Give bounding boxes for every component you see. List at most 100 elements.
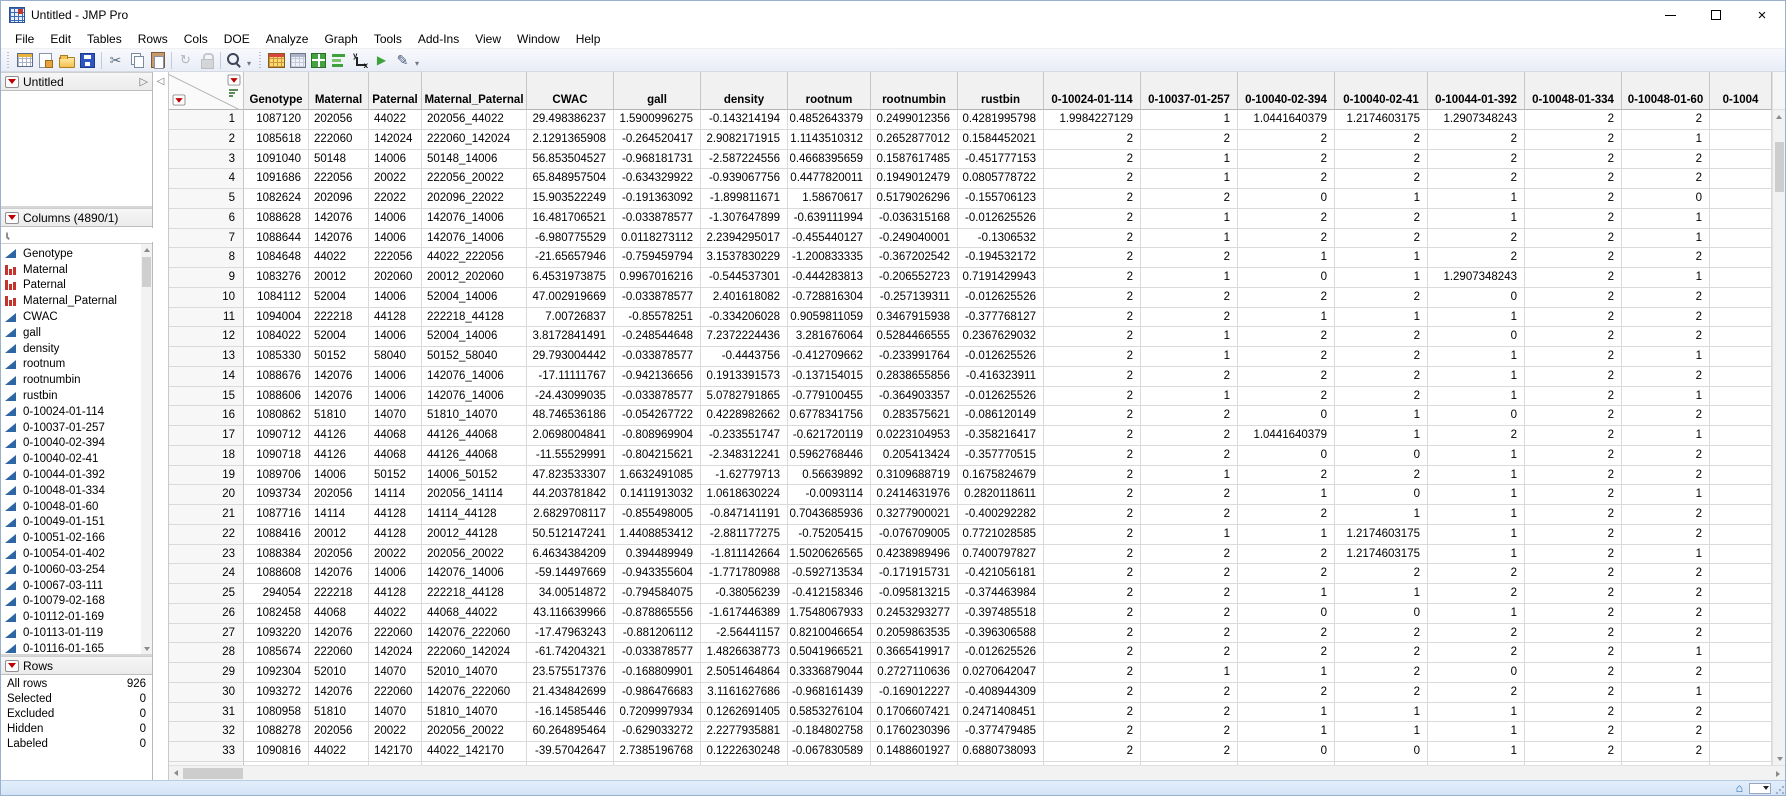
cell[interactable]: 2 [1525, 564, 1622, 584]
cell[interactable]: 15.903522249 [527, 189, 614, 209]
cell[interactable]: 142076_222060 [422, 683, 527, 703]
column-list-item[interactable]: rootnumbin [1, 372, 152, 388]
cell[interactable]: 294054 [244, 584, 309, 604]
cell[interactable]: 1.2174603175 [1335, 110, 1428, 130]
cell[interactable]: 34.00514872 [527, 584, 614, 604]
cell[interactable]: 222060 [369, 683, 422, 703]
cell[interactable]: -0.986476683 [614, 683, 701, 703]
cell[interactable]: 222218_44128 [422, 308, 527, 328]
cell[interactable]: 44022 [369, 110, 422, 130]
cell[interactable]: 1 [1428, 466, 1525, 486]
cell[interactable]: 0.1706607421 [871, 703, 958, 723]
cell[interactable]: 3.1161627686 [701, 683, 788, 703]
cell[interactable]: 0.6880738093 [958, 742, 1044, 762]
cell[interactable]: 2 [1525, 722, 1622, 742]
cell[interactable]: 2 [1141, 722, 1238, 742]
cell[interactable]: 2 [1238, 209, 1335, 229]
cell[interactable]: 52010_14070 [422, 663, 527, 683]
cell[interactable]: 0.3336879044 [788, 663, 871, 683]
column-list-item[interactable]: 0-10024-01-114 [1, 404, 152, 420]
cell[interactable]: 0.4477820011 [788, 169, 871, 189]
cell[interactable]: 14006 [369, 209, 422, 229]
column-list-item[interactable]: 0-10112-01-169 [1, 609, 152, 625]
column-header-0-10040-02-41[interactable]: 0-10040-02-41 [1335, 72, 1428, 110]
menu-tables[interactable]: Tables [79, 30, 130, 48]
cell[interactable]: 50148 [309, 150, 369, 170]
cell[interactable]: 0.2453293277 [871, 604, 958, 624]
cell[interactable]: 44068_44022 [422, 604, 527, 624]
cell[interactable]: 2 [1141, 288, 1238, 308]
cell[interactable]: 142076_14006 [422, 229, 527, 249]
cell[interactable]: 48.746536186 [527, 406, 614, 426]
row-number[interactable]: 9 [169, 268, 244, 288]
cell[interactable]: 2 [1622, 624, 1710, 644]
column-header-density[interactable]: density [701, 72, 788, 110]
cell[interactable] [1710, 683, 1772, 703]
column-list-item[interactable]: gall [1, 325, 152, 341]
cell[interactable]: 0.1584452021 [958, 130, 1044, 150]
cell[interactable]: 6.4531973875 [527, 268, 614, 288]
cell[interactable]: 1 [1141, 268, 1238, 288]
row-number[interactable]: 15 [169, 387, 244, 407]
cell[interactable]: 0.2838655856 [871, 367, 958, 387]
column-list-item[interactable]: rootnum [1, 357, 152, 373]
zoom-icon[interactable] [225, 51, 244, 70]
cell[interactable]: 2 [1525, 703, 1622, 723]
cell[interactable]: 2 [1044, 367, 1141, 387]
cell[interactable]: 1 [1428, 525, 1525, 545]
cell[interactable]: 2 [1044, 229, 1141, 249]
cell[interactable]: 20022 [369, 545, 422, 565]
column-header-genotype[interactable]: Genotype [244, 72, 309, 110]
cell[interactable]: 0 [1428, 327, 1525, 347]
cell[interactable]: 2 [1044, 150, 1141, 170]
cell[interactable]: 1 [1335, 189, 1428, 209]
cell[interactable]: 2 [1238, 624, 1335, 644]
cell[interactable]: 1084022 [244, 327, 309, 347]
cell[interactable]: -0.377479485 [958, 722, 1044, 742]
paste-icon[interactable] [148, 51, 167, 70]
columns-corner-menu-button[interactable] [228, 74, 241, 85]
cell[interactable]: -1.307647899 [701, 209, 788, 229]
cell[interactable]: -0.396306588 [958, 624, 1044, 644]
cell[interactable]: 0.1675824679 [958, 466, 1044, 486]
cell[interactable]: -0.249040001 [871, 229, 958, 249]
menu-rows[interactable]: Rows [130, 30, 176, 48]
cell[interactable]: 2 [1141, 426, 1238, 446]
row-number[interactable]: 10 [169, 288, 244, 308]
cell[interactable]: 2 [1238, 564, 1335, 584]
cell[interactable]: 44022 [309, 742, 369, 762]
cell[interactable]: 1080862 [244, 406, 309, 426]
cell[interactable] [1710, 229, 1772, 249]
cell[interactable]: 1.0441640379 [1238, 110, 1335, 130]
cell[interactable]: 0.4668395659 [788, 150, 871, 170]
expand-right-icon[interactable]: ▷ [140, 75, 148, 88]
cell[interactable]: 2 [1335, 347, 1428, 367]
cell[interactable]: 1085674 [244, 643, 309, 663]
cell[interactable]: -0.233991764 [871, 347, 958, 367]
cell[interactable]: -0.358216417 [958, 426, 1044, 446]
cell[interactable]: 51810 [309, 406, 369, 426]
cell[interactable]: 58040 [369, 347, 422, 367]
cell[interactable]: 2 [1238, 643, 1335, 663]
cell[interactable]: 29.793004442 [527, 347, 614, 367]
cell[interactable]: 5.0782791865 [701, 387, 788, 407]
cell[interactable]: 47.002919669 [527, 288, 614, 308]
cell[interactable]: 2 [1335, 209, 1428, 229]
cell[interactable]: 2 [1044, 426, 1141, 446]
cell[interactable]: 0.8210046654 [788, 624, 871, 644]
cell[interactable] [1710, 584, 1772, 604]
cell[interactable]: 1080958 [244, 703, 309, 723]
cell[interactable]: 2 [1141, 446, 1238, 466]
cell[interactable]: -17.11111767 [527, 367, 614, 387]
cell[interactable]: -0.75205415 [788, 525, 871, 545]
cell[interactable]: 0 [1622, 189, 1710, 209]
cell[interactable]: 0.283575621 [871, 406, 958, 426]
row-number[interactable]: 8 [169, 248, 244, 268]
cell[interactable]: 0.56639892 [788, 466, 871, 486]
cell[interactable]: 1 [1238, 485, 1335, 505]
column-list-item[interactable]: 0-10044-01-392 [1, 467, 152, 483]
cell[interactable]: 2 [1525, 466, 1622, 486]
cell[interactable] [1710, 209, 1772, 229]
cell[interactable]: 222060_142024 [422, 130, 527, 150]
cell[interactable]: 2 [1525, 169, 1622, 189]
